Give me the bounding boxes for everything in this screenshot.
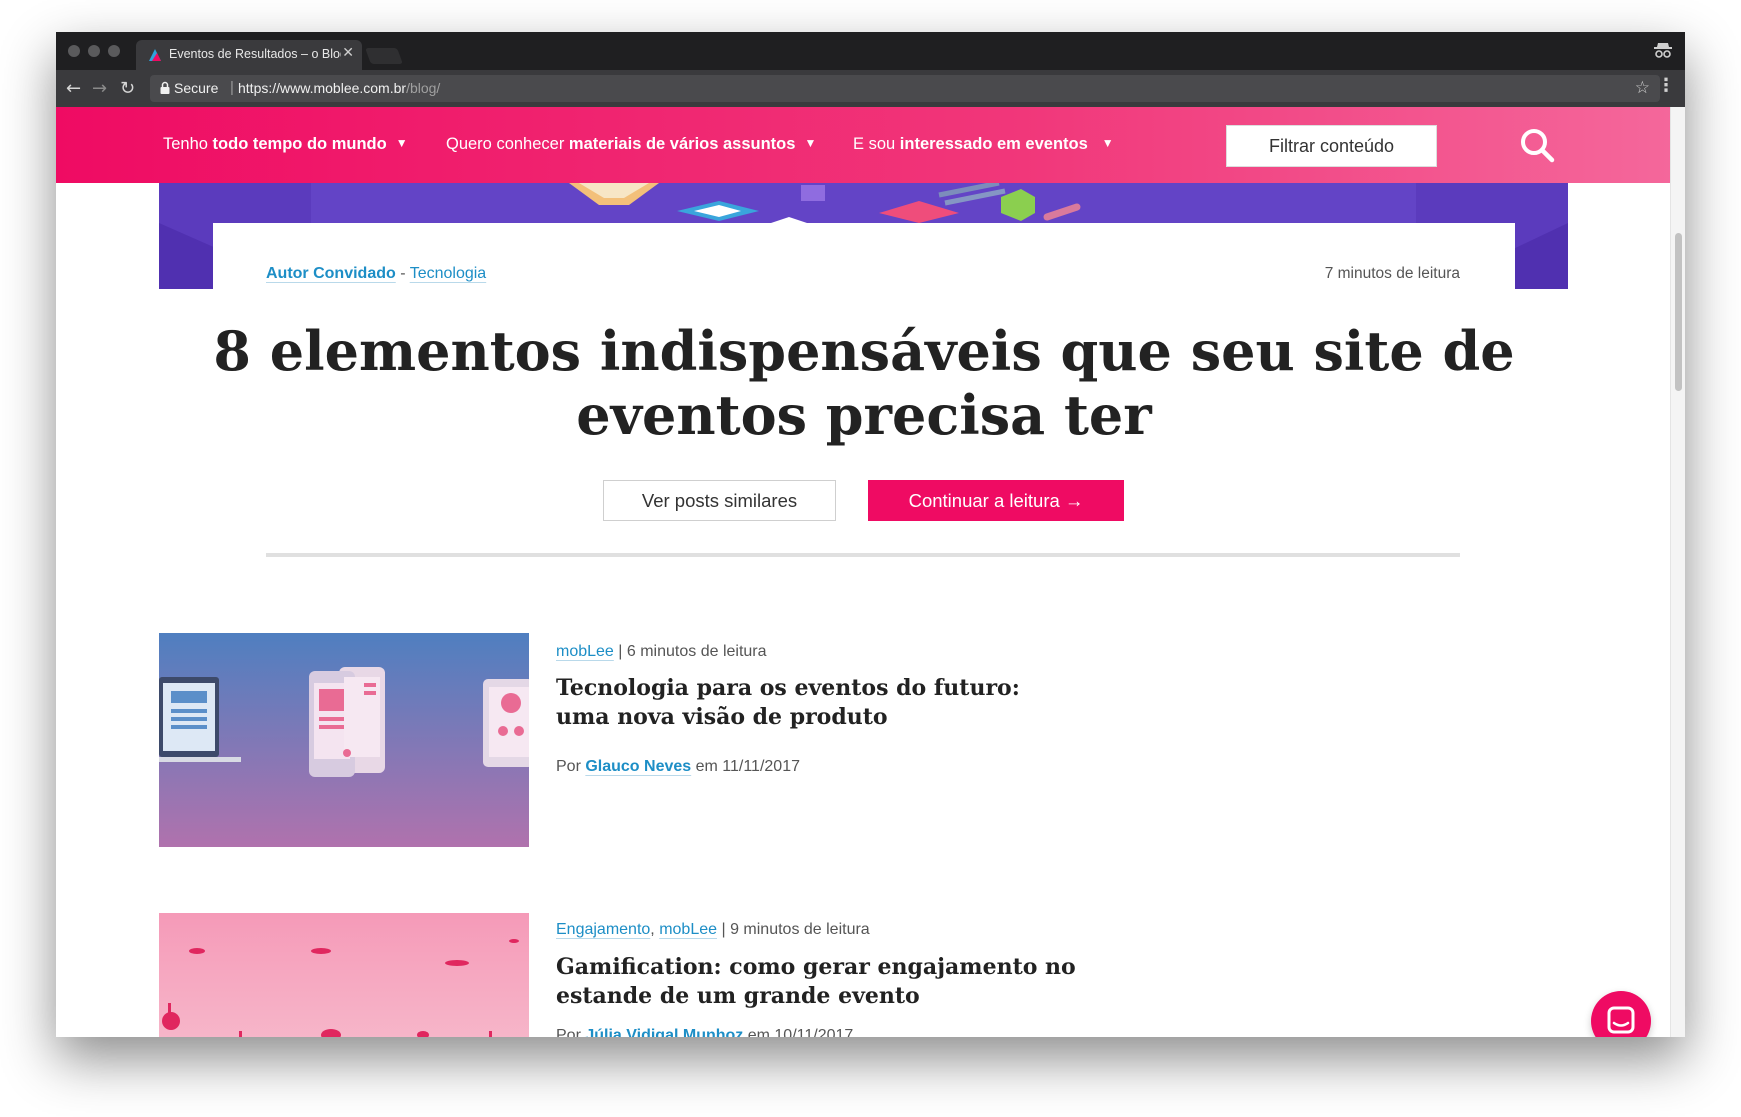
tab-close-icon[interactable]: ✕	[342, 45, 354, 61]
featured-post-title[interactable]: 8 elementos indispensáveis que seu site …	[213, 319, 1515, 447]
nav-dropdown-interest[interactable]: E sou interessado em eventos ▼	[853, 135, 1114, 154]
page-viewport: Tenho todo tempo do mundo ▼ Quero conhece…	[56, 107, 1670, 1037]
browser-tab[interactable]: Eventos de Resultados – o Blog ✕	[136, 40, 362, 70]
close-window-button[interactable]	[68, 45, 80, 57]
author-link[interactable]: Autor Convidado	[266, 265, 396, 282]
featured-post-meta: Autor Convidado - Tecnologia	[266, 265, 487, 282]
post-author-link[interactable]: Júlia Vidigal Munhoz	[585, 1027, 743, 1037]
post-title[interactable]: Gamification: como gerar engajamento no …	[556, 953, 1076, 1011]
bookmark-star-icon[interactable]: ☆	[1635, 78, 1650, 98]
browser-window: Eventos de Resultados – o Blog ✕ ← → ↻ S…	[56, 32, 1685, 1037]
browser-menu-icon[interactable]: ⋮	[1657, 77, 1675, 95]
read-time: 7 minutos de leitura	[1324, 265, 1460, 282]
post-title[interactable]: Tecnologia para os eventos do futuro: um…	[556, 674, 1076, 732]
incognito-icon	[1654, 43, 1672, 58]
tech-devices-illustration	[159, 633, 529, 847]
chat-widget-button[interactable]	[1591, 991, 1651, 1037]
tab-strip: Eventos de Resultados – o Blog ✕	[56, 32, 1685, 70]
post-thumbnail[interactable]	[159, 633, 529, 847]
browser-toolbar: ← → ↻ Secure | https://www.moblee.com.br…	[56, 70, 1685, 107]
back-arrow-icon[interactable]: ←	[66, 78, 81, 99]
forward-arrow-icon[interactable]: →	[92, 78, 107, 99]
tab-title: Eventos de Resultados – o Blog	[169, 47, 341, 61]
reload-icon[interactable]: ↻	[120, 78, 135, 99]
nav-dropdown-subjects[interactable]: Quero conhecer materiais de vários assun…	[446, 135, 816, 154]
similar-posts-button[interactable]: Ver posts similares	[603, 480, 836, 521]
secure-label: Secure	[174, 80, 219, 96]
minimize-window-button[interactable]	[88, 45, 100, 57]
caret-down-icon: ▼	[1101, 136, 1114, 150]
moblee-favicon-icon	[149, 49, 161, 61]
page-scrollbar[interactable]	[1670, 107, 1685, 1037]
lock-icon	[160, 81, 170, 94]
site-navbar: Tenho todo tempo do mundo ▼ Quero conhece…	[56, 107, 1670, 183]
search-icon[interactable]	[1518, 126, 1556, 164]
post-author-line: Por Júlia Vidigal Munhoz em 10/11/2017	[556, 1027, 853, 1037]
post-meta: mobLee | 6 minutos de leitura	[556, 643, 767, 660]
post-category-link[interactable]: mobLee	[556, 643, 614, 660]
address-bar[interactable]: Secure | https://www.moblee.com.br/blog/…	[150, 75, 1660, 102]
post-thumbnail[interactable]	[159, 913, 529, 1037]
nav-dropdown-time[interactable]: Tenho todo tempo do mundo ▼	[163, 135, 408, 154]
post-meta: Engajamento, mobLee | 9 minutos de leitu…	[556, 921, 870, 938]
caret-down-icon: ▼	[804, 136, 817, 150]
category-link[interactable]: Tecnologia	[410, 265, 487, 282]
post-category-link[interactable]: mobLee	[659, 921, 717, 938]
new-tab-button[interactable]	[365, 48, 403, 64]
post-category-link[interactable]: Engajamento	[556, 921, 650, 938]
url-separator: |	[230, 79, 234, 96]
post-author-line: Por Glauco Neves em 11/11/2017	[556, 758, 800, 775]
scrollbar-thumb[interactable]	[1675, 233, 1682, 391]
post-author-link[interactable]: Glauco Neves	[585, 758, 691, 775]
maximize-window-button[interactable]	[108, 45, 120, 57]
url-text: https://www.moblee.com.br/blog/	[238, 80, 441, 96]
gamification-illustration	[159, 913, 529, 1037]
filter-content-button[interactable]: Filtrar conteúdo	[1226, 125, 1437, 167]
chat-icon	[1607, 1006, 1635, 1034]
continue-reading-button[interactable]: Continuar a leitura →	[868, 480, 1124, 521]
caret-down-icon: ▼	[395, 136, 408, 150]
section-divider	[266, 553, 1460, 557]
